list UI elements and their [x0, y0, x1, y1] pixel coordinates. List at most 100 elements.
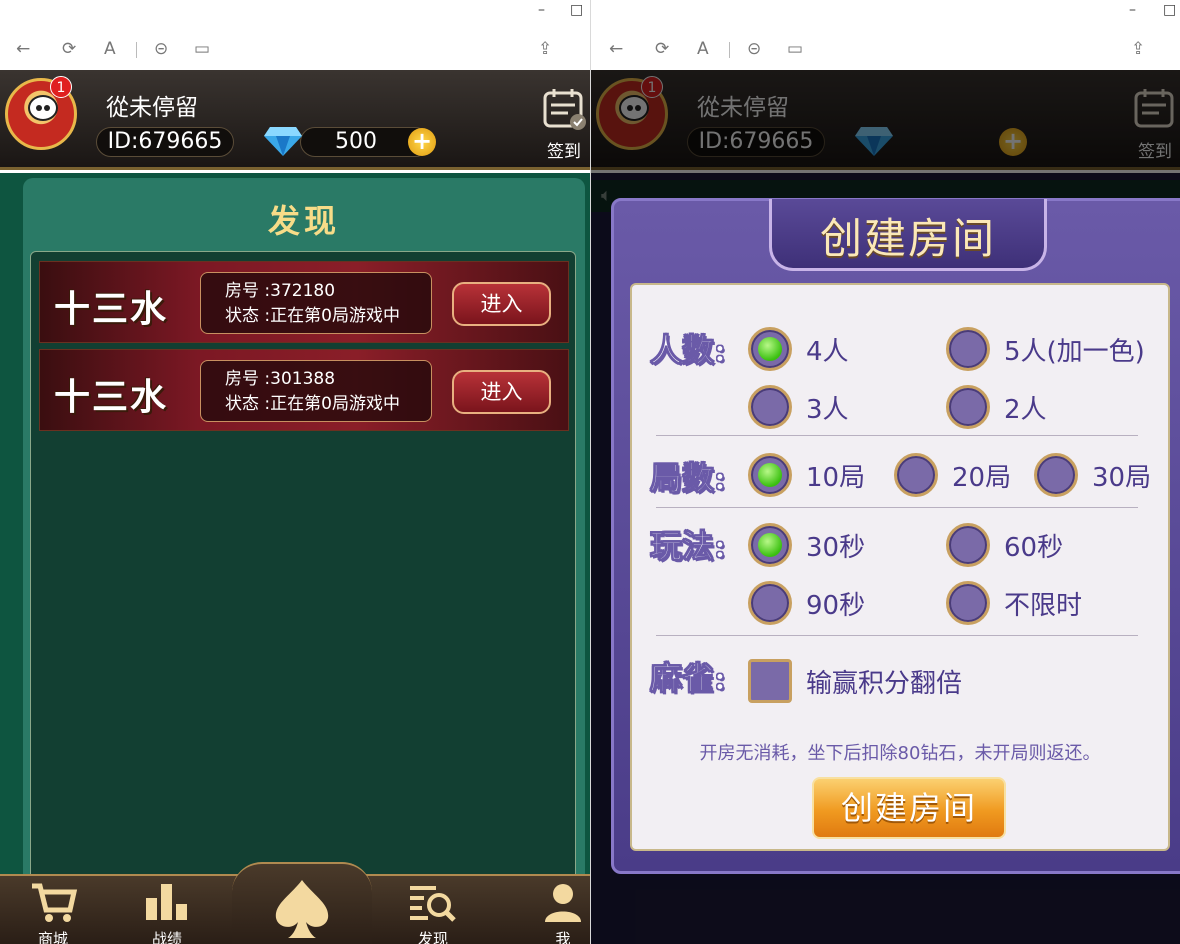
room-status: 状态 :正在第0局游戏中 — [225, 306, 400, 326]
tab-discover[interactable]: 发现 — [398, 880, 468, 944]
signin-label: 签到 — [547, 142, 581, 162]
back-icon[interactable]: ← — [16, 39, 30, 59]
radio[interactable] — [748, 581, 792, 625]
link-icon[interactable]: ⊝ — [747, 39, 761, 59]
bottom-tab-bar: 商城 战绩 发现 我 — [0, 862, 590, 944]
tab-me-label: 我 — [555, 930, 571, 944]
tab-home[interactable] — [266, 876, 338, 944]
spade-icon — [275, 880, 329, 938]
room-card: 十三水 房号 :301388 状态 :正在第0局游戏中 进入 — [39, 349, 569, 431]
radio[interactable] — [1034, 453, 1078, 497]
browser-toolbar: ← ⟳ A ⊝ ▭ ⇪ — [591, 30, 1180, 70]
window-titlebar: – □ — [0, 0, 590, 30]
room-info: 房号 :301388 状态 :正在第0局游戏中 — [200, 360, 432, 422]
radio[interactable] — [748, 385, 792, 429]
create-room-button[interactable]: 创建房间 — [812, 777, 1006, 839]
calendar-icon — [543, 89, 586, 130]
option-label: 4人 — [806, 337, 849, 367]
enter-room-button[interactable]: 进入 — [452, 282, 551, 326]
reader-icon[interactable]: A — [697, 39, 709, 59]
option-label: 5人(加一色) — [1004, 337, 1145, 367]
option-label: 90秒 — [806, 591, 866, 621]
bar-chart-icon — [146, 884, 187, 920]
discover-panel: 发现 十三水 房号 :372180 状态 :正在第0局游戏中 进入 十三水 房号… — [23, 178, 585, 898]
discover-title: 发现 — [267, 202, 340, 240]
option-label: 30秒 — [806, 533, 866, 563]
option-label: 2人 — [1004, 395, 1047, 425]
radio-selected[interactable] — [748, 523, 792, 567]
minimize-button[interactable]: – — [538, 2, 545, 18]
dialog-body: 人数: 4人 5人(加一色) 3人 2人 局数: 10局 20局 30局 玩法:… — [630, 283, 1170, 851]
tab-me[interactable]: 我 — [528, 880, 590, 944]
user-name: 從未停留 — [106, 95, 198, 121]
divider — [656, 635, 1138, 636]
avatar-face-icon — [28, 95, 58, 121]
maximize-button[interactable]: □ — [570, 2, 583, 18]
create-room-dialog: 创建房间 人数: 4人 5人(加一色) 3人 2人 局数: 10局 20局 30… — [611, 198, 1180, 874]
radio[interactable] — [946, 581, 990, 625]
enter-room-button[interactable]: 进入 — [452, 370, 551, 414]
radio[interactable] — [946, 327, 990, 371]
tab-shop[interactable]: 商城 — [18, 880, 88, 944]
right-window: – □ ← ⟳ A ⊝ ▭ ⇪ 1 從未停留 ID:679665 500 + — [591, 0, 1180, 944]
room-card: 十三水 房号 :372180 状态 :正在第0局游戏中 进入 — [39, 261, 569, 343]
radio-selected[interactable] — [748, 453, 792, 497]
browser-toolbar: ← ⟳ A ⊝ ▭ ⇪ — [0, 30, 590, 70]
divider — [656, 507, 1138, 508]
radio-selected[interactable] — [748, 327, 792, 371]
minimize-button[interactable]: – — [1129, 2, 1136, 18]
option-label: 3人 — [806, 395, 849, 425]
tabs-icon[interactable]: ▭ — [787, 39, 803, 59]
tab-record-label: 战绩 — [151, 930, 182, 944]
left-window: – □ ← ⟳ A ⊝ ▭ ⇪ 1 從未停留 ID:679665 500 + 签… — [0, 0, 590, 944]
option-label: 60秒 — [1004, 533, 1064, 563]
option-label: 20局 — [952, 463, 1012, 493]
notification-badge: 1 — [50, 76, 72, 98]
reload-icon[interactable]: ⟳ — [62, 39, 76, 59]
cost-note: 开房无消耗，坐下后扣除80钻石，未开局则返还。 — [699, 743, 1101, 764]
tab-record[interactable]: 战绩 — [132, 880, 202, 944]
option-label: 30局 — [1092, 463, 1152, 493]
link-icon[interactable]: ⊝ — [154, 39, 168, 59]
share-icon[interactable]: ⇪ — [1131, 39, 1145, 59]
mahjong-label: 麻雀: — [650, 659, 727, 698]
dialog-title: 创建房间 — [819, 214, 996, 263]
game-app: 1 從未停留 ID:679665 500 + 签到 — [0, 70, 590, 944]
divider — [656, 435, 1138, 436]
cart-icon — [32, 883, 78, 922]
room-list: 十三水 房号 :372180 状态 :正在第0局游戏中 进入 十三水 房号 :3… — [30, 251, 576, 891]
room-number: 房号 :372180 — [225, 281, 336, 301]
dialog-title-plate: 创建房间 — [769, 199, 1047, 271]
diamond-icon — [264, 127, 302, 156]
signin-button[interactable]: 签到 — [540, 86, 588, 166]
window-titlebar: – □ — [591, 0, 1180, 30]
radio[interactable] — [946, 523, 990, 567]
option-label: 不限时 — [1004, 591, 1083, 621]
option-label: 10局 — [806, 463, 866, 493]
reader-icon[interactable]: A — [104, 39, 116, 59]
double-score-checkbox[interactable] — [748, 659, 792, 703]
user-id: ID:679665 — [96, 127, 234, 157]
game-name: 十三水 — [54, 376, 169, 418]
toolbar-separator — [136, 42, 137, 58]
back-icon[interactable]: ← — [609, 39, 623, 59]
radio[interactable] — [894, 453, 938, 497]
room-status: 状态 :正在第0局游戏中 — [225, 394, 400, 414]
user-header: 1 從未停留 ID:679665 500 + 签到 — [0, 70, 590, 170]
tabs-icon[interactable]: ▭ — [194, 39, 210, 59]
reload-icon[interactable]: ⟳ — [655, 39, 669, 59]
room-info: 房号 :372180 状态 :正在第0局游戏中 — [200, 272, 432, 334]
maximize-button[interactable]: □ — [1163, 2, 1176, 18]
players-label: 人数: — [650, 331, 727, 370]
rounds-label: 局数: — [650, 459, 727, 498]
game-name: 十三水 — [54, 288, 169, 330]
tab-shop-label: 商城 — [37, 930, 68, 944]
add-diamond-button[interactable]: + — [408, 128, 436, 156]
user-icon — [545, 884, 581, 922]
mode-label: 玩法: — [650, 527, 727, 566]
toolbar-separator — [729, 42, 730, 58]
discover-search-icon — [410, 886, 456, 922]
tab-discover-label: 发现 — [417, 930, 448, 944]
radio[interactable] — [946, 385, 990, 429]
share-icon[interactable]: ⇪ — [538, 39, 552, 59]
